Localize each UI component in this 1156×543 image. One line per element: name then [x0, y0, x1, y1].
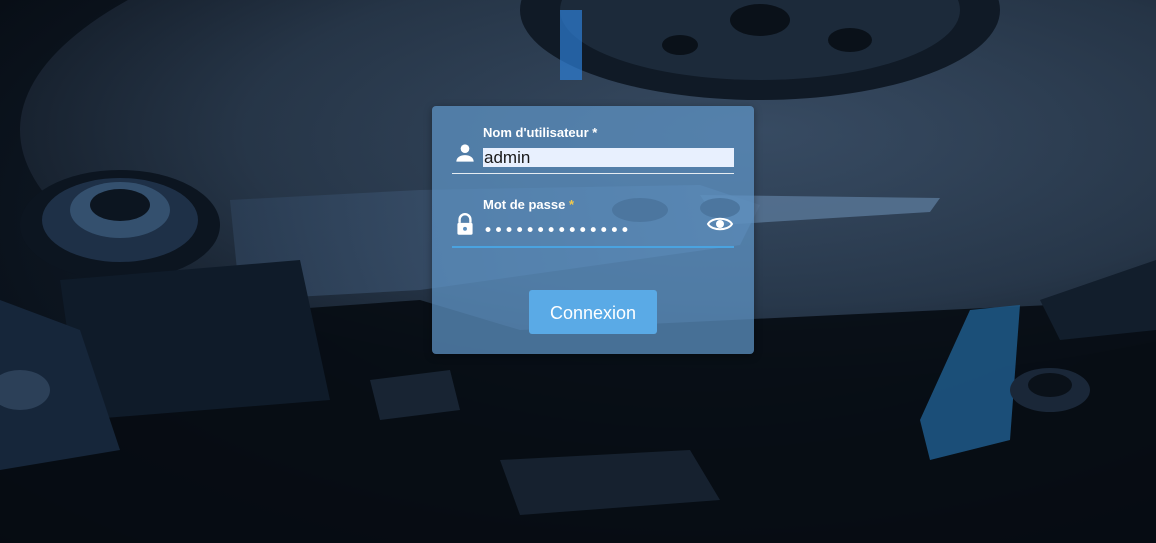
user-icon — [452, 140, 478, 166]
eye-icon[interactable] — [706, 212, 734, 236]
login-card: Nom d'utilisateur * Mot de passe * •••••… — [432, 106, 754, 354]
password-field: Mot de passe * •••••••••••••• — [452, 196, 734, 252]
required-star: * — [568, 197, 575, 212]
lock-icon — [452, 212, 478, 238]
username-input[interactable] — [483, 148, 734, 167]
password-underline — [452, 246, 734, 248]
password-input[interactable]: •••••••••••••• — [483, 220, 703, 242]
username-label: Nom d'utilisateur * — [483, 125, 598, 140]
login-button[interactable]: Connexion — [529, 290, 657, 334]
password-label: Mot de passe * — [483, 197, 575, 212]
required-star: * — [592, 125, 598, 140]
username-field: Nom d'utilisateur * — [452, 124, 734, 176]
username-underline — [452, 173, 734, 174]
